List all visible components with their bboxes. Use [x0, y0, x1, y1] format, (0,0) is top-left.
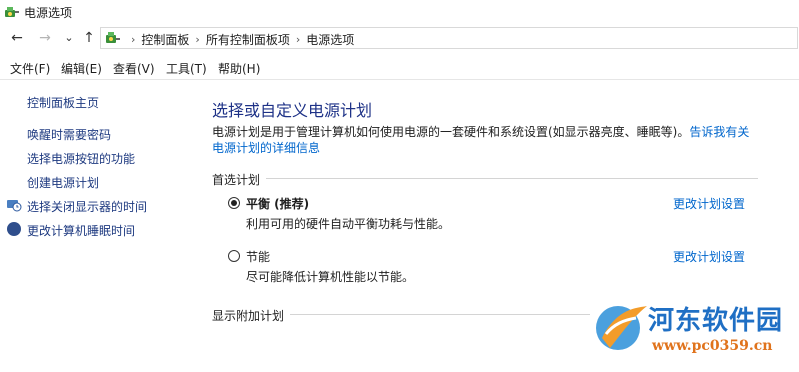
page-title: 选择或自定义电源计划	[212, 101, 373, 120]
breadcrumb-separator[interactable]: ›	[296, 33, 300, 46]
menu-file[interactable]: 文件(F)	[10, 60, 50, 77]
address-bar[interactable]: › 控制面板 › 所有控制面板项 › 电源选项	[100, 27, 798, 49]
section-divider	[290, 314, 590, 315]
menu-bar: 文件(F) 编辑(E) 查看(V) 工具(T) 帮助(H)	[0, 57, 799, 80]
plan-balanced-radio[interactable]	[228, 197, 240, 209]
section-divider	[266, 178, 758, 179]
forward-button[interactable]: →	[36, 28, 54, 48]
up-button[interactable]: ↑	[80, 28, 98, 48]
sidebar-item-create-plan[interactable]: 创建电源计划	[27, 174, 99, 191]
menu-help[interactable]: 帮助(H)	[218, 60, 260, 77]
sleep-moon-icon	[7, 222, 21, 236]
sidebar-item-home[interactable]: 控制面板主页	[27, 94, 99, 111]
plan-power-saver-description: 尽可能降低计算机性能以节能。	[246, 270, 415, 284]
breadcrumb-separator: ›	[131, 33, 136, 46]
breadcrumb-separator[interactable]: ›	[195, 33, 199, 46]
description-text: 电源计划是用于管理计算机如何使用电源的一套硬件和系统设置(如显示器亮度、睡眠等)…	[212, 125, 690, 139]
display-timer-icon	[7, 200, 22, 212]
back-button[interactable]: ←	[8, 28, 26, 48]
navigation-bar: ← → ⌄ ↑ › 控制面板 › 所有控制面板项 › 电源选项	[0, 26, 799, 50]
menu-edit[interactable]: 编辑(E)	[61, 60, 102, 77]
power-options-icon	[5, 7, 19, 17]
page-description: 电源计划是用于管理计算机如何使用电源的一套硬件和系统设置(如显示器亮度、睡眠等)…	[212, 124, 760, 156]
sidebar-item-power-button[interactable]: 选择电源按钮的功能	[27, 150, 135, 167]
menu-tools[interactable]: 工具(T)	[166, 60, 207, 77]
control-panel-icon	[106, 32, 120, 43]
recent-locations-button[interactable]: ⌄	[60, 28, 78, 48]
breadcrumb-all-items[interactable]: 所有控制面板项	[206, 31, 290, 48]
sidebar-item-wake-password[interactable]: 唤醒时需要密码	[27, 126, 111, 143]
menu-view[interactable]: 查看(V)	[113, 60, 155, 77]
sidebar-item-sleep-time[interactable]: 更改计算机睡眠时间	[27, 222, 135, 239]
preferred-plans-heading: 首选计划	[212, 173, 261, 187]
watermark-name: 河东软件园	[648, 306, 784, 336]
show-additional-plans-toggle[interactable]: 显示附加计划	[212, 307, 284, 324]
plan-balanced-settings-link[interactable]: 更改计划设置	[673, 195, 745, 212]
plan-power-saver-settings-link[interactable]: 更改计划设置	[673, 248, 745, 265]
watermark-logo-icon	[596, 306, 647, 350]
breadcrumb: › 控制面板 › 所有控制面板项 › 电源选项	[125, 31, 354, 48]
plan-balanced-name[interactable]: 平衡 (推荐)	[246, 195, 309, 212]
plan-balanced-description: 利用可用的硬件自动平衡功耗与性能。	[246, 217, 451, 231]
window-title: 电源选项	[24, 6, 73, 20]
title-bar: 电源选项	[0, 0, 799, 24]
watermark-url: www.pc0359.cn	[652, 338, 773, 354]
plan-power-saver-name[interactable]: 节能	[246, 248, 270, 265]
breadcrumb-control-panel[interactable]: 控制面板	[141, 31, 189, 48]
breadcrumb-power-options[interactable]: 电源选项	[306, 31, 354, 48]
watermark: 河东软件园 www.pc0359.cn	[592, 298, 797, 368]
plan-power-saver-radio[interactable]	[228, 250, 240, 262]
sidebar-item-display-off[interactable]: 选择关闭显示器的时间	[27, 198, 147, 215]
